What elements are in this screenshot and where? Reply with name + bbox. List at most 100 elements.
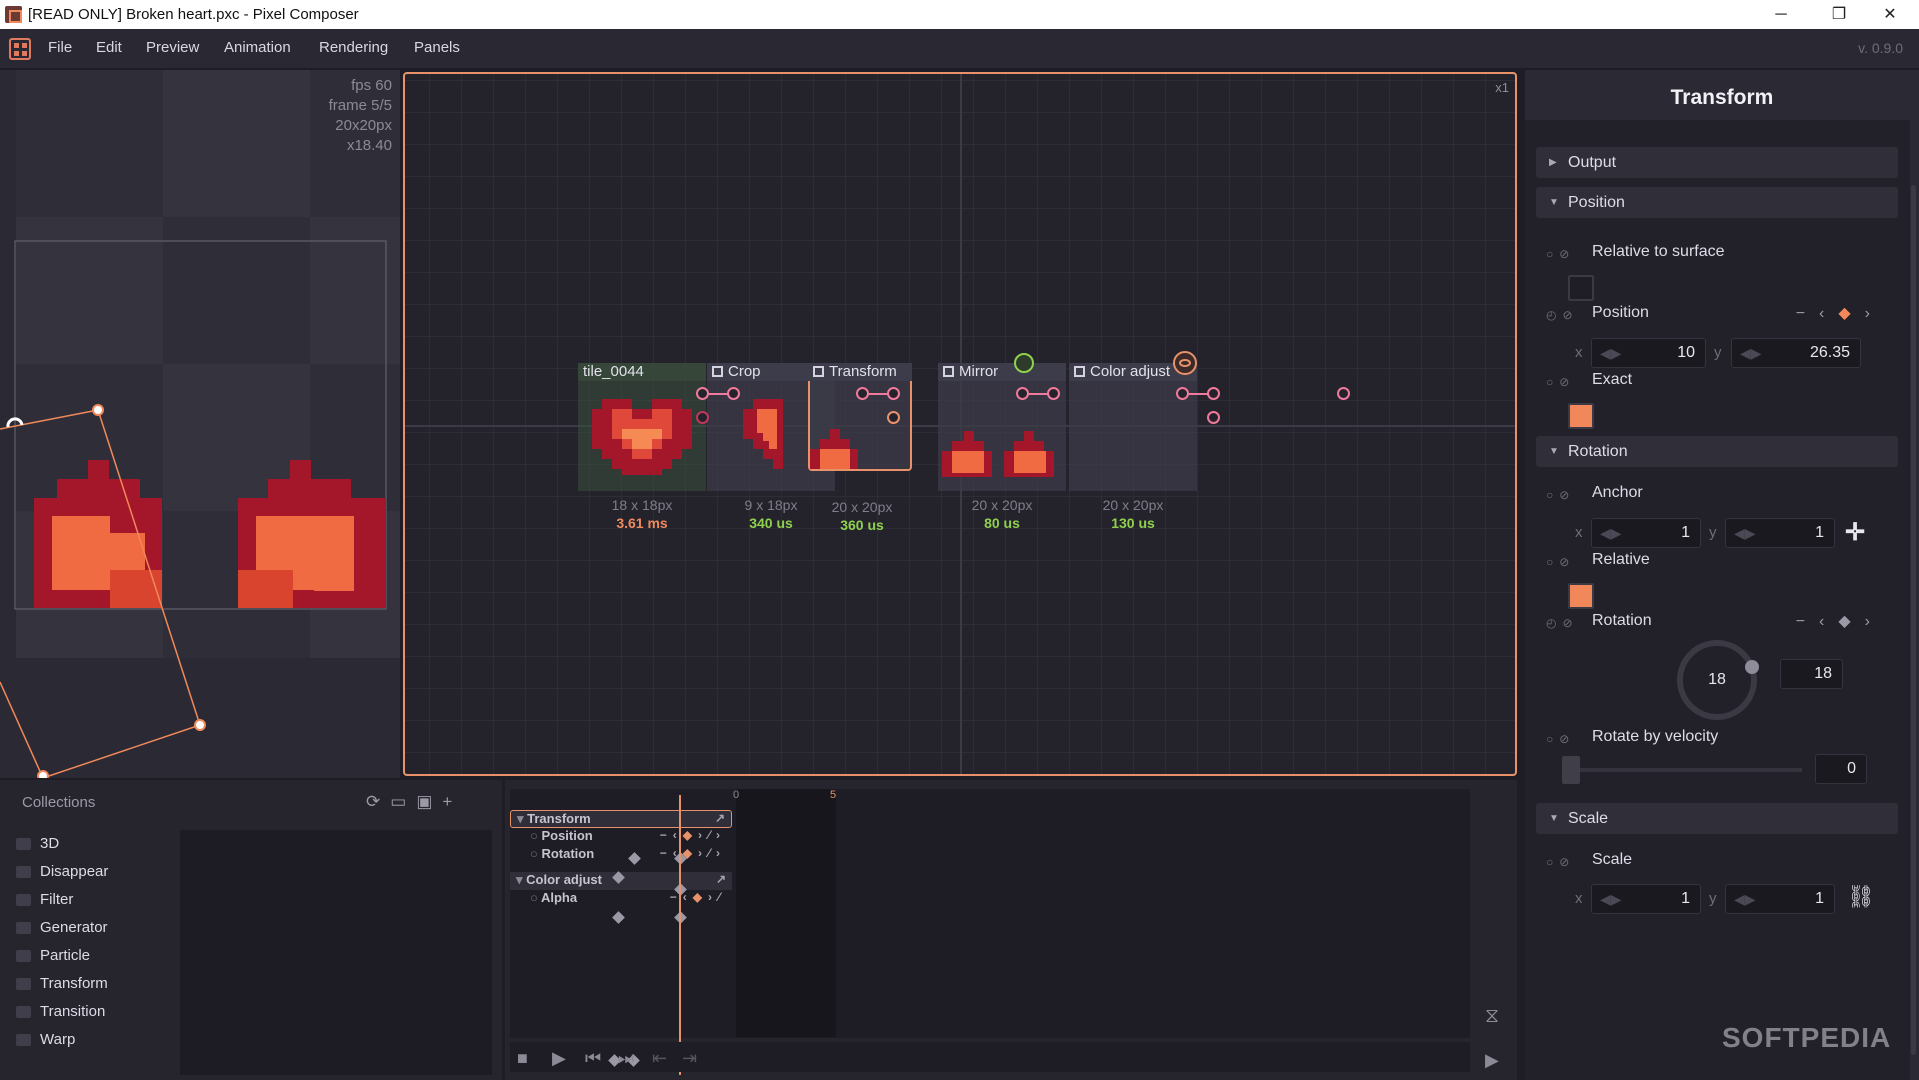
collection-item[interactable]: 3D: [0, 830, 180, 858]
minimize-button[interactable]: ─: [1752, 0, 1810, 29]
input-port[interactable]: [887, 411, 900, 424]
collection-item[interactable]: Transition: [0, 998, 180, 1026]
output-port[interactable]: [1337, 387, 1350, 400]
maximize-button[interactable]: ❐: [1810, 0, 1868, 29]
keyframe-controls[interactable]: −‹◆›: [1796, 611, 1884, 631]
folder-icon: [16, 894, 31, 906]
add-folder-icon[interactable]: ▣: [416, 792, 442, 811]
menu-panels[interactable]: Panels: [414, 39, 460, 56]
keyframe-toggle-icon[interactable]: ○⊘: [1546, 855, 1575, 869]
collection-content-pane[interactable]: [180, 830, 492, 1075]
menu-file[interactable]: File: [48, 39, 72, 56]
output-port[interactable]: [1016, 387, 1029, 400]
input-port[interactable]: [727, 387, 740, 400]
collection-item[interactable]: Generator: [0, 914, 180, 942]
timeline-settings-icon[interactable]: ⧖: [1485, 1005, 1499, 1028]
menu-rendering[interactable]: Rendering: [319, 39, 388, 56]
position-y-field[interactable]: ◀▶ 26.35: [1731, 338, 1861, 368]
keyframe-toggle-icon[interactable]: ◴⊘: [1546, 308, 1579, 322]
rotation-dial[interactable]: 18: [1677, 640, 1759, 720]
keyframe-controls[interactable]: −‹◆›: [1796, 303, 1884, 323]
menu-preview[interactable]: Preview: [146, 39, 199, 56]
dial-knob[interactable]: [1745, 660, 1759, 674]
first-frame-button[interactable]: ⏮: [585, 1048, 601, 1069]
output-port[interactable]: [856, 387, 869, 400]
section-position[interactable]: ▼ Position: [1536, 187, 1898, 218]
node-tile[interactable]: tile_0044 18 x 18px 3.61 ms: [578, 363, 706, 531]
refresh-icon[interactable]: ⟳: [366, 792, 390, 811]
node-type-icon: [943, 366, 954, 377]
menu-edit[interactable]: Edit: [96, 39, 122, 56]
keyframe-toggle-icon[interactable]: ◴⊘: [1546, 616, 1579, 630]
preview-eye-icon[interactable]: [1173, 351, 1197, 375]
node-graph-panel[interactable]: x1 tile_0044 18 x 18px 3.61 ms Crop 9 x …: [403, 72, 1517, 776]
keyframe-toggle-icon[interactable]: ○⊘: [1546, 375, 1575, 389]
output-port[interactable]: [1176, 387, 1189, 400]
preview-panel[interactable]: fps 60 frame 5/5 20x20px x18.40: [0, 70, 400, 778]
keyframe-toggle-icon[interactable]: ○⊘: [1546, 247, 1575, 261]
playhead[interactable]: [679, 795, 681, 1075]
collection-item[interactable]: Warp: [0, 1026, 180, 1054]
timeline-prop-alpha[interactable]: ○ Alpha −‹◆›⁄: [510, 890, 732, 908]
play-button[interactable]: ▶: [552, 1048, 566, 1069]
prop-relative: Relative: [1592, 551, 1650, 568]
rotate-velocity-field[interactable]: 0: [1815, 754, 1867, 784]
timeline-prop-rotation[interactable]: ○ Rotation −‹◆›⁄›: [510, 846, 732, 864]
keyframe-toggle-icon[interactable]: ○⊘: [1546, 555, 1575, 569]
scale-x-field[interactable]: ◀▶ 1: [1591, 884, 1701, 914]
timeline-group-transform[interactable]: ▾ Transform ↗: [510, 810, 732, 828]
window-title: [READ ONLY] Broken heart.pxc - Pixel Com…: [28, 6, 359, 23]
input-port[interactable]: [887, 387, 900, 400]
input-port[interactable]: [1207, 411, 1220, 424]
anchor-picker-icon[interactable]: ✛: [1845, 518, 1865, 547]
collection-item[interactable]: Transform: [0, 970, 180, 998]
collection-item[interactable]: Particle: [0, 942, 180, 970]
last-frame-button[interactable]: ⏭: [618, 1048, 634, 1069]
rotation-field[interactable]: 18: [1780, 659, 1843, 689]
input-port[interactable]: [1207, 387, 1220, 400]
output-port[interactable]: [696, 387, 709, 400]
rotate-velocity-slider[interactable]: [1562, 756, 1802, 784]
stop-button[interactable]: ■: [517, 1048, 528, 1069]
position-x-field[interactable]: ◀▶ 10: [1591, 338, 1706, 368]
node-color-adjust[interactable]: Color adjust 20 x 20px 130 us: [1069, 363, 1197, 531]
section-scale[interactable]: ▼ Scale: [1536, 803, 1898, 834]
anchor-x-field[interactable]: ◀▶ 1: [1591, 518, 1701, 548]
collection-item[interactable]: Disappear: [0, 858, 180, 886]
node-header: Mirror: [938, 363, 1066, 381]
relative-checkbox[interactable]: [1568, 583, 1594, 609]
relative-to-surface-checkbox[interactable]: [1568, 275, 1594, 301]
exact-checkbox[interactable]: [1568, 403, 1594, 429]
node-mirror[interactable]: Mirror 20 x 20px 80 us: [938, 363, 1066, 531]
keyframe-toggle-icon[interactable]: ○⊘: [1546, 732, 1575, 746]
output-port[interactable]: [696, 411, 709, 424]
prop-anchor: Anchor: [1592, 484, 1643, 501]
prev-key-button[interactable]: ⇤: [652, 1048, 667, 1069]
add-icon[interactable]: +: [442, 792, 462, 811]
collection-item[interactable]: Filter: [0, 886, 180, 914]
input-port[interactable]: [1047, 387, 1060, 400]
menu-animation[interactable]: Animation: [224, 39, 291, 56]
node-title: Mirror: [959, 363, 999, 380]
keyframe-area[interactable]: [736, 789, 836, 1037]
preview-canvas[interactable]: [0, 70, 400, 778]
section-output[interactable]: ▶ Output: [1536, 147, 1898, 178]
scale-y-field[interactable]: ◀▶ 1: [1725, 884, 1835, 914]
timeline-panel[interactable]: 0 5 ▾ Transform ↗ ○ Position −‹◆›⁄› ○ Rota…: [505, 780, 1517, 1080]
timeline-options-icon[interactable]: ▶: [1485, 1050, 1499, 1071]
next-key-button[interactable]: ⇥: [682, 1048, 697, 1069]
anchor-y-field[interactable]: ◀▶ 1: [1725, 518, 1835, 548]
inspect-node-icon[interactable]: [1014, 353, 1034, 373]
link-scale-icon[interactable]: ⛓: [1847, 884, 1875, 910]
section-rotation[interactable]: ▼ Rotation: [1536, 436, 1898, 467]
timeline-prop-position[interactable]: ○ Position −‹◆›⁄›: [510, 828, 732, 846]
slider-thumb[interactable]: [1562, 756, 1580, 784]
folder-icon[interactable]: ▭: [390, 792, 416, 811]
close-button[interactable]: ✕: [1861, 0, 1919, 29]
app-logo-icon[interactable]: [9, 38, 31, 60]
node-time: 130 us: [1111, 515, 1155, 531]
collections-panel: Collections ⟳▭▣+ 3D Disappear Filter Gen…: [0, 780, 502, 1080]
inspector-scrollbar[interactable]: [1911, 185, 1916, 1055]
keyframe-toggle-icon[interactable]: ○⊘: [1546, 488, 1575, 502]
node-title: Crop: [728, 363, 761, 380]
